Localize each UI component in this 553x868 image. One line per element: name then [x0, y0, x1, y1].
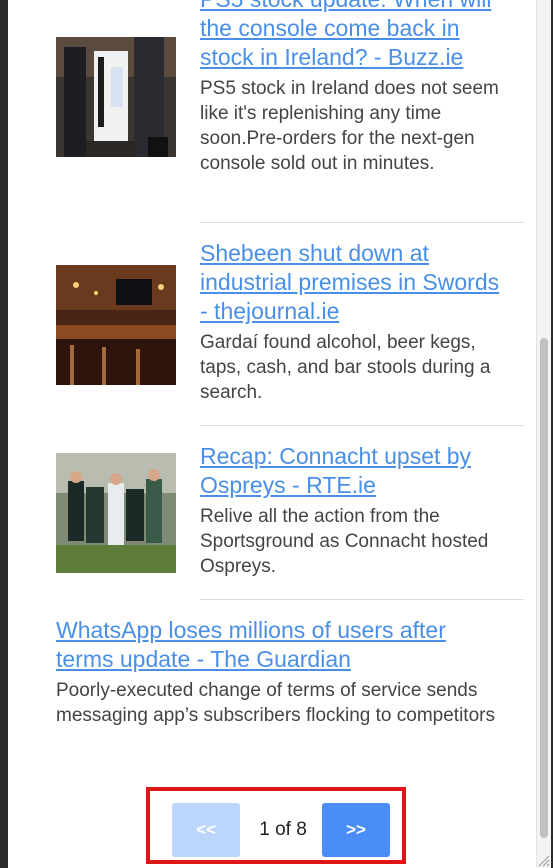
article-text-4: WhatsApp loses millions of users after t…	[56, 616, 508, 728]
ps5-image	[56, 37, 176, 157]
article-thumbnail-ps5[interactable]	[56, 37, 176, 157]
rugby-image	[56, 453, 176, 573]
article-description: Gardaí found alcohol, beer kegs, taps, c…	[200, 332, 491, 403]
article-text-1: PS5 stock update: When will the console …	[200, 0, 500, 176]
article-thumbnail-shebeen[interactable]	[56, 265, 176, 385]
article-title-link[interactable]: Shebeen shut down at industrial premises…	[200, 239, 500, 326]
article-title-link[interactable]: Recap: Connacht upset by Ospreys - RTE.i…	[200, 442, 500, 500]
page-indicator: 1 of 8	[259, 819, 307, 840]
article-divider	[200, 599, 524, 600]
bar-interior-image	[56, 265, 176, 385]
article-description: Poorly-executed change of terms of servi…	[56, 680, 495, 726]
news-feed-frame: PS5 stock update: When will the console …	[8, 0, 551, 868]
article-text-3: Recap: Connacht upset by Ospreys - RTE.i…	[200, 442, 500, 579]
article-text-2: Shebeen shut down at industrial premises…	[200, 239, 500, 405]
pagination-highlight: << 1 of 8 >>	[146, 787, 406, 864]
article-title-link[interactable]: WhatsApp loses millions of users after t…	[56, 616, 508, 674]
next-page-button[interactable]: >>	[322, 803, 390, 857]
article-title-link[interactable]: PS5 stock update: When will the console …	[200, 0, 500, 72]
prev-page-button[interactable]: <<	[172, 803, 240, 857]
article-divider	[200, 425, 524, 426]
resize-grip-icon[interactable]	[536, 853, 550, 867]
vertical-scrollbar[interactable]	[536, 0, 551, 868]
article-thumbnail-rugby[interactable]	[56, 453, 176, 573]
article-description: PS5 stock in Ireland does not seem like …	[200, 78, 499, 174]
article-divider	[200, 222, 524, 223]
article-description: Relive all the action from the Sportsgro…	[200, 506, 489, 577]
scrollbar-thumb[interactable]	[540, 338, 548, 838]
